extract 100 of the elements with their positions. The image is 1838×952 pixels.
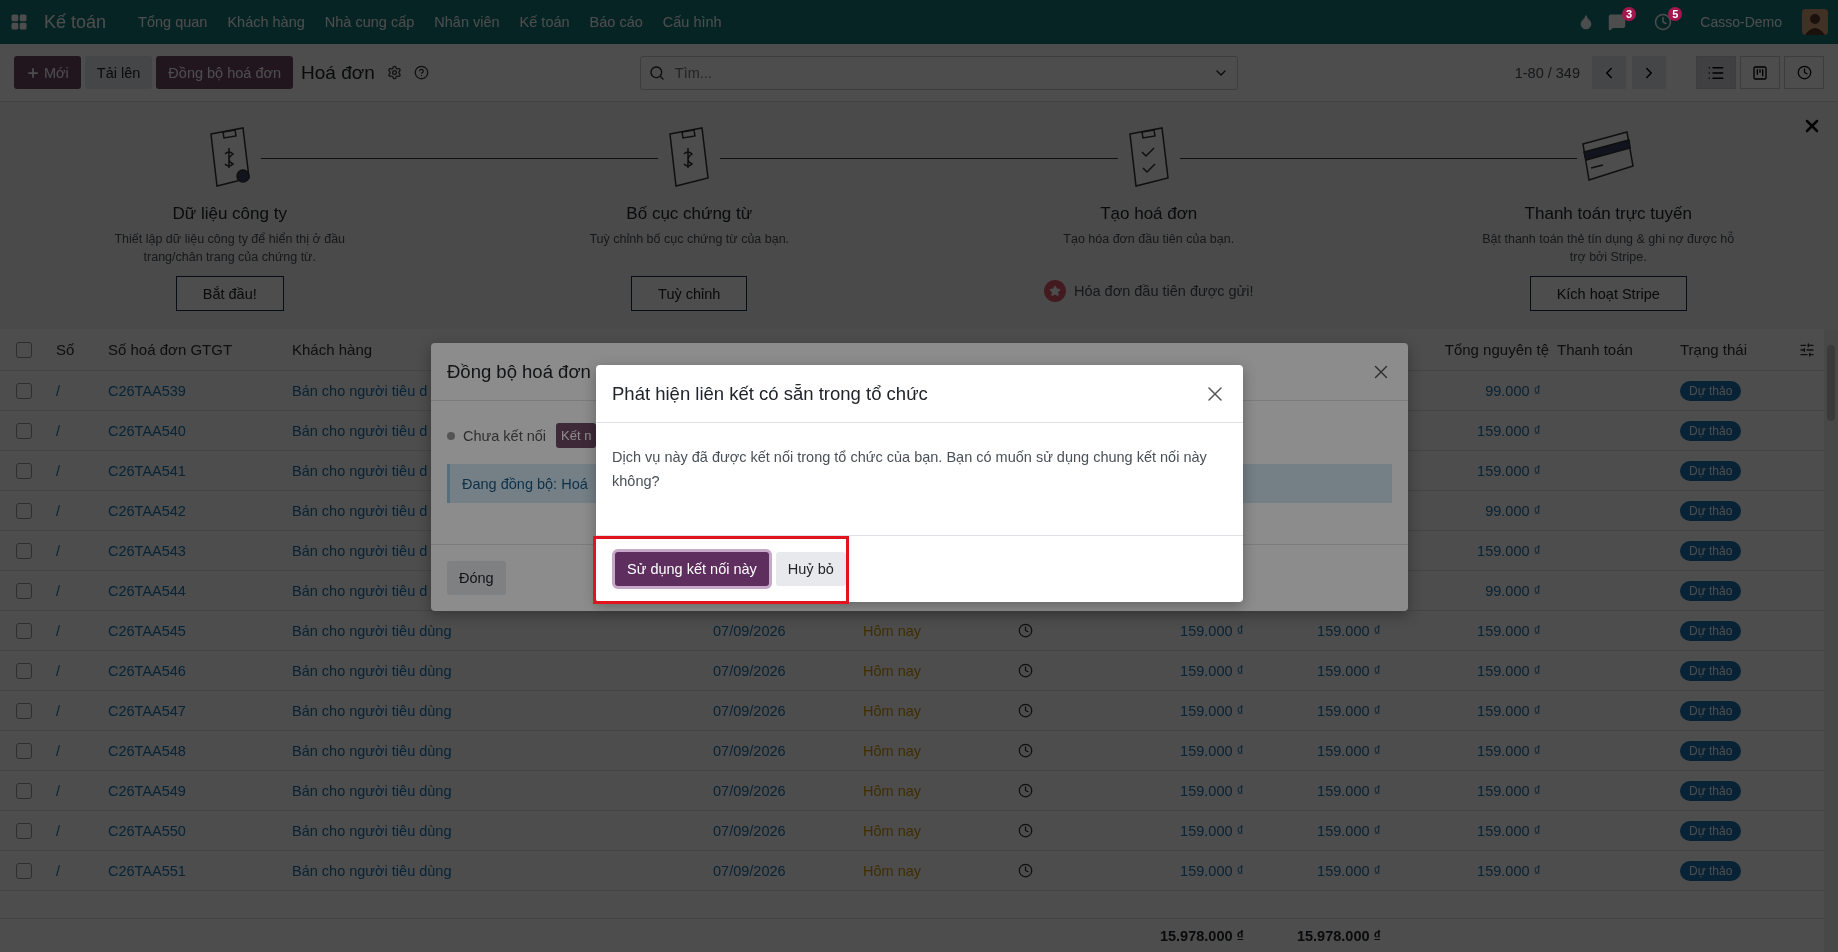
help-icon[interactable] (413, 65, 429, 80)
upload-button[interactable]: Tải lên (84, 56, 153, 89)
table-cell-text: / (55, 462, 62, 479)
clock-icon[interactable] (1017, 823, 1033, 838)
amount-cell-text: 99.000 ₫ (1484, 382, 1542, 399)
previous-page-button[interactable] (1592, 56, 1626, 89)
step-button[interactable]: Tuỳ chỉnh (631, 276, 748, 311)
invoice-number: C26TAA539 (107, 382, 187, 399)
row-checkbox[interactable] (16, 462, 32, 479)
menu-item[interactable]: Khách hàng (217, 14, 315, 30)
row-checkbox[interactable] (16, 622, 32, 639)
row-checkbox[interactable] (16, 862, 32, 879)
close-dialog-button[interactable]: Đóng (447, 561, 506, 595)
column-header[interactable]: Thanh toán (1549, 341, 1641, 358)
table-row[interactable]: / C26TAA550 Bán cho người tiêu dùng 07/09/2026 Hôm nay 159.000 ₫ 159.000 ₫ 159.000 ₫ Dự thảo (0, 811, 1824, 851)
amount-cell-text: 159.000 ₫ (1476, 422, 1542, 439)
table-cell-text: / (55, 822, 62, 839)
row-checkbox[interactable] (16, 542, 32, 559)
settings-icon[interactable] (386, 65, 402, 80)
menu-item[interactable]: Báo cáo (579, 14, 653, 30)
row-checkbox[interactable] (16, 782, 32, 799)
menu-item[interactable]: Nhà cung cấp (314, 14, 425, 30)
due-date: Hôm nay (862, 862, 923, 879)
row-checkbox[interactable] (16, 422, 32, 439)
cancel-button[interactable]: Huỷ bỏ (775, 552, 846, 586)
customer-name: Bán cho người tiêu d (291, 502, 429, 519)
table-cell-text: / (55, 662, 62, 679)
status-badge: Dự thảo (1680, 460, 1742, 481)
menu-item[interactable]: Tổng quan (128, 14, 218, 30)
row-checkbox[interactable] (16, 582, 32, 599)
invoice-number: C26TAA544 (107, 582, 187, 599)
row-checkbox[interactable] (16, 822, 32, 839)
amount-cell-text: 159.000 ₫ (1476, 622, 1542, 639)
clock-icon[interactable] (1017, 663, 1033, 678)
row-checkbox[interactable] (16, 502, 32, 519)
table-row[interactable]: / C26TAA549 Bán cho người tiêu dùng 07/09/2026 Hôm nay 159.000 ₫ 159.000 ₫ 159.000 ₫ Dự thảo (0, 771, 1824, 811)
menu-item[interactable]: Nhân viên (424, 14, 510, 30)
row-checkbox[interactable] (16, 702, 32, 719)
dialog-message: Dịch vụ này đã được kết nối trong tổ chức của bạn. Bạn có muốn sử dụng chung kết nối này không? (612, 448, 1208, 491)
user-avatar[interactable] (1802, 9, 1828, 35)
chat-icon[interactable] (1608, 13, 1627, 31)
table-cell-text: / (55, 422, 62, 439)
kanban-view-button[interactable] (1740, 56, 1780, 89)
column-header[interactable]: Khách hàng (284, 341, 381, 358)
dialog-title: Phát hiện liên kết có sẵn trong tổ chức (612, 382, 928, 405)
due-date: Hôm nay (862, 662, 923, 679)
clock-icon[interactable] (1017, 703, 1033, 718)
step-button[interactable]: Bắt đầu! (175, 276, 284, 311)
invoice-date: 07/09/2026 (712, 822, 787, 839)
clock-icon[interactable] (1017, 783, 1033, 798)
amount-cell-text: 159.000 ₫ (1179, 782, 1245, 799)
invoice-date: 07/09/2026 (712, 662, 787, 679)
status-badge: Dự thảo (1680, 860, 1742, 881)
company-name[interactable]: Casso-Demo (1700, 14, 1782, 30)
column-header[interactable]: Tổng nguyên tệ (1436, 341, 1549, 358)
amount-cell-text: 159.000 ₫ (1316, 622, 1382, 639)
amount-cell-text: 159.000 ₫ (1476, 462, 1542, 479)
select-all-checkbox[interactable] (16, 341, 32, 358)
confirm-button[interactable]: Sử dụng kết nối này (615, 552, 769, 586)
menu-item[interactable]: Cấu hình (652, 14, 732, 30)
clock-icon[interactable] (1017, 623, 1033, 638)
activity-view-button[interactable] (1784, 56, 1824, 89)
invoice-number: C26TAA546 (107, 662, 187, 679)
amount-cell-text: 99.000 ₫ (1484, 502, 1542, 519)
clock-icon[interactable] (1017, 743, 1033, 758)
column-header[interactable]: Số (48, 341, 83, 358)
status-badge: Dự thảo (1680, 620, 1742, 641)
table-row[interactable]: / C26TAA547 Bán cho người tiêu dùng 07/09/2026 Hôm nay 159.000 ₫ 159.000 ₫ 159.000 ₫ Dự thảo (0, 691, 1824, 731)
page-title: Hoá đơn (301, 61, 375, 84)
status-badge: Dự thảo (1680, 580, 1742, 601)
amount-cell-text: 159.000 ₫ (1316, 782, 1382, 799)
next-page-button[interactable] (1632, 56, 1666, 89)
clock-icon[interactable] (1017, 863, 1033, 878)
table-cell-text: / (55, 862, 62, 879)
invoice-date: 07/09/2026 (712, 622, 787, 639)
table-cell-text: / (55, 382, 62, 399)
table-row[interactable]: / C26TAA551 Bán cho người tiêu dùng 07/09/2026 Hôm nay 159.000 ₫ 159.000 ₫ 159.000 ₫ Dự thảo (0, 851, 1824, 891)
column-settings-icon[interactable] (1799, 341, 1815, 358)
total-amount: 15.978.000 ₫ (1158, 927, 1245, 944)
amount-cell-text: 159.000 ₫ (1476, 822, 1542, 839)
menu-item[interactable]: Kế toán (509, 14, 580, 30)
list-view-button[interactable] (1696, 56, 1736, 89)
app-name[interactable]: Kế toán (44, 11, 107, 33)
due-date: Hôm nay (862, 822, 923, 839)
row-checkbox[interactable] (16, 382, 32, 399)
row-checkbox[interactable] (16, 742, 32, 759)
status-badge: Dự thảo (1680, 420, 1742, 441)
status-badge: Dự thảo (1680, 540, 1742, 561)
total-amount: 15.978.000 ₫ (1295, 927, 1382, 944)
apps-grid-icon[interactable] (10, 13, 28, 31)
row-checkbox[interactable] (16, 662, 32, 679)
table-row[interactable]: / C26TAA548 Bán cho người tiêu dùng 07/09/2026 Hôm nay 159.000 ₫ 159.000 ₫ 159.000 ₫ Dự thảo (0, 731, 1824, 771)
amount-cell-text: 159.000 ₫ (1179, 822, 1245, 839)
column-header[interactable]: Trạng thái (1672, 341, 1755, 358)
table-row[interactable]: / C26TAA546 Bán cho người tiêu dùng 07/09/2026 Hôm nay 159.000 ₫ 159.000 ₫ 159.000 ₫ Dự thảo (0, 651, 1824, 691)
connection-status: Chưa kết nối (463, 427, 547, 444)
connect-button[interactable]: Kết n (556, 423, 597, 448)
column-header[interactable]: Số hoá đơn GTGT (100, 341, 241, 358)
customer-name: Bán cho người tiêu dùng (291, 702, 453, 719)
step-button[interactable]: Kích hoạt Stripe (1529, 276, 1687, 311)
